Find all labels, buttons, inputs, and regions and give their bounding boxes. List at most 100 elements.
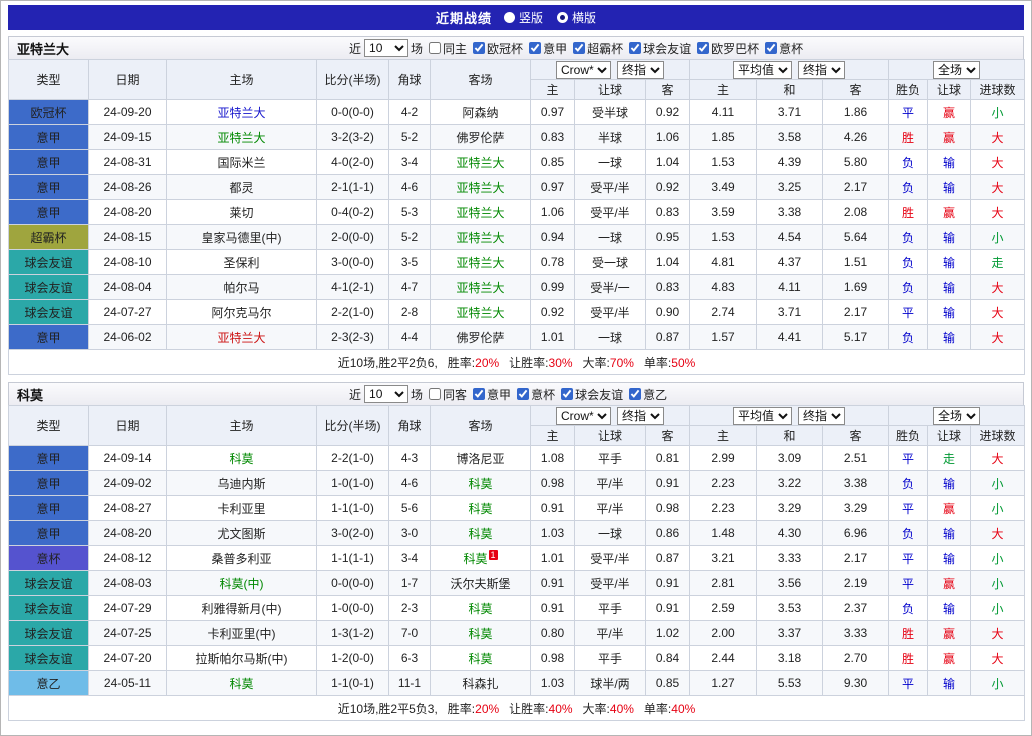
- away-team-link[interactable]: 佛罗伦萨: [431, 125, 531, 150]
- score-link[interactable]: 1-1(1-1): [317, 546, 389, 571]
- home-team-link[interactable]: 莱切: [167, 200, 317, 225]
- result-outcome: 平: [889, 496, 928, 521]
- away-team-link[interactable]: 亚特兰大: [431, 275, 531, 300]
- europe-index-type-select[interactable]: 终指: [798, 407, 845, 425]
- away-team-link[interactable]: 沃尔夫斯堡: [431, 571, 531, 596]
- score-link[interactable]: 3-0(2-0): [317, 521, 389, 546]
- away-team-link[interactable]: 亚特兰大: [431, 175, 531, 200]
- competition-5-checkbox[interactable]: [765, 42, 777, 54]
- score-link[interactable]: 2-1(1-1): [317, 175, 389, 200]
- home-team-link[interactable]: 圣保利: [167, 250, 317, 275]
- away-team-link[interactable]: 科莫: [431, 596, 531, 621]
- home-team-link[interactable]: 利雅得新月(中): [167, 596, 317, 621]
- competition-0-filter[interactable]: 欧冠杯: [473, 40, 523, 57]
- layout-radio-vertical[interactable]: 竖版: [504, 9, 543, 26]
- competition-3-filter[interactable]: 球会友谊: [629, 40, 691, 57]
- away-team-link[interactable]: 科莫: [431, 621, 531, 646]
- away-team-link[interactable]: 科森扎: [431, 671, 531, 696]
- home-team-link[interactable]: 皇家马德里(中): [167, 225, 317, 250]
- score-link[interactable]: 1-0(0-0): [317, 596, 389, 621]
- home-team-link[interactable]: 尤文图斯: [167, 521, 317, 546]
- home-team-link[interactable]: 卡利亚里(中): [167, 621, 317, 646]
- home-team-link[interactable]: 亚特兰大: [167, 100, 317, 125]
- home-team-link[interactable]: 科莫: [167, 446, 317, 471]
- competition-3-filter[interactable]: 意乙: [629, 386, 667, 403]
- score-link[interactable]: 0-0(0-0): [317, 100, 389, 125]
- home-team-link[interactable]: 拉斯帕尔马斯(中): [167, 646, 317, 671]
- away-team-link[interactable]: 科莫1: [431, 546, 531, 571]
- score-link[interactable]: 2-0(0-0): [317, 225, 389, 250]
- home-team-name: 科莫: [229, 452, 253, 466]
- same-venue-checkbox[interactable]: [429, 388, 441, 400]
- bookmaker-select[interactable]: Crow*: [556, 407, 611, 425]
- same-venue-filter[interactable]: 同客: [429, 386, 467, 403]
- competition-3-checkbox[interactable]: [629, 388, 641, 400]
- handicap-index-type-select[interactable]: 终指: [617, 61, 664, 79]
- away-team-link[interactable]: 亚特兰大: [431, 225, 531, 250]
- score-link[interactable]: 1-3(1-2): [317, 621, 389, 646]
- away-team-link[interactable]: 科莫: [431, 471, 531, 496]
- competition-0-checkbox[interactable]: [473, 42, 485, 54]
- score-link[interactable]: 1-1(1-0): [317, 496, 389, 521]
- competition-2-filter[interactable]: 超霸杯: [573, 40, 623, 57]
- away-team-link[interactable]: 亚特兰大: [431, 150, 531, 175]
- score-link[interactable]: 2-2(1-0): [317, 300, 389, 325]
- competition-0-filter[interactable]: 意甲: [473, 386, 511, 403]
- average-select[interactable]: 平均值: [733, 407, 792, 425]
- away-team-link[interactable]: 博洛尼亚: [431, 446, 531, 471]
- home-team-link[interactable]: 乌迪内斯: [167, 471, 317, 496]
- away-team-link[interactable]: 科莫: [431, 521, 531, 546]
- competition-0-checkbox[interactable]: [473, 388, 485, 400]
- away-team-link[interactable]: 亚特兰大: [431, 200, 531, 225]
- away-team-link[interactable]: 亚特兰大: [431, 250, 531, 275]
- home-team-link[interactable]: 亚特兰大: [167, 125, 317, 150]
- layout-radio-horizontal[interactable]: 横版: [557, 9, 596, 26]
- competition-4-filter[interactable]: 欧罗巴杯: [697, 40, 759, 57]
- score-link[interactable]: 0-0(0-0): [317, 571, 389, 596]
- score-link[interactable]: 1-0(1-0): [317, 471, 389, 496]
- handicap-index-type-select[interactable]: 终指: [617, 407, 664, 425]
- competition-1-checkbox[interactable]: [529, 42, 541, 54]
- competition-1-checkbox[interactable]: [517, 388, 529, 400]
- competition-2-checkbox[interactable]: [561, 388, 573, 400]
- same-venue-checkbox[interactable]: [429, 42, 441, 54]
- away-team-link[interactable]: 科莫: [431, 496, 531, 521]
- score-link[interactable]: 4-1(2-1): [317, 275, 389, 300]
- scope-select[interactable]: 全场: [933, 61, 980, 79]
- score-link[interactable]: 4-0(2-0): [317, 150, 389, 175]
- competition-3-checkbox[interactable]: [629, 42, 641, 54]
- score-link[interactable]: 2-2(1-0): [317, 446, 389, 471]
- average-select[interactable]: 平均值: [733, 61, 792, 79]
- away-team-link[interactable]: 亚特兰大: [431, 300, 531, 325]
- scope-select[interactable]: 全场: [933, 407, 980, 425]
- home-team-link[interactable]: 亚特兰大: [167, 325, 317, 350]
- europe-index-type-select[interactable]: 终指: [798, 61, 845, 79]
- away-team-link[interactable]: 佛罗伦萨: [431, 325, 531, 350]
- same-venue-filter[interactable]: 同主: [429, 40, 467, 57]
- competition-5-filter[interactable]: 意杯: [765, 40, 803, 57]
- away-team-link[interactable]: 阿森纳: [431, 100, 531, 125]
- score-link[interactable]: 3-2(3-2): [317, 125, 389, 150]
- score-link[interactable]: 0-4(0-2): [317, 200, 389, 225]
- score-link[interactable]: 1-1(0-1): [317, 671, 389, 696]
- competition-1-filter[interactable]: 意杯: [517, 386, 555, 403]
- bookmaker-select[interactable]: Crow*: [556, 61, 611, 79]
- home-team-link[interactable]: 阿尔克马尔: [167, 300, 317, 325]
- competition-2-filter[interactable]: 球会友谊: [561, 386, 623, 403]
- competition-1-filter[interactable]: 意甲: [529, 40, 567, 57]
- recent-count-select[interactable]: 10: [364, 39, 408, 57]
- competition-2-checkbox[interactable]: [573, 42, 585, 54]
- home-team-link[interactable]: 卡利亚里: [167, 496, 317, 521]
- home-team-link[interactable]: 科莫: [167, 671, 317, 696]
- score-link[interactable]: 2-3(2-3): [317, 325, 389, 350]
- score-link[interactable]: 3-0(0-0): [317, 250, 389, 275]
- competition-4-checkbox[interactable]: [697, 42, 709, 54]
- home-team-link[interactable]: 国际米兰: [167, 150, 317, 175]
- home-team-link[interactable]: 桑普多利亚: [167, 546, 317, 571]
- score-link[interactable]: 1-2(0-0): [317, 646, 389, 671]
- recent-count-select[interactable]: 10: [364, 385, 408, 403]
- home-team-link[interactable]: 都灵: [167, 175, 317, 200]
- away-team-link[interactable]: 科莫: [431, 646, 531, 671]
- home-team-link[interactable]: 帕尔马: [167, 275, 317, 300]
- home-team-link[interactable]: 科莫(中): [167, 571, 317, 596]
